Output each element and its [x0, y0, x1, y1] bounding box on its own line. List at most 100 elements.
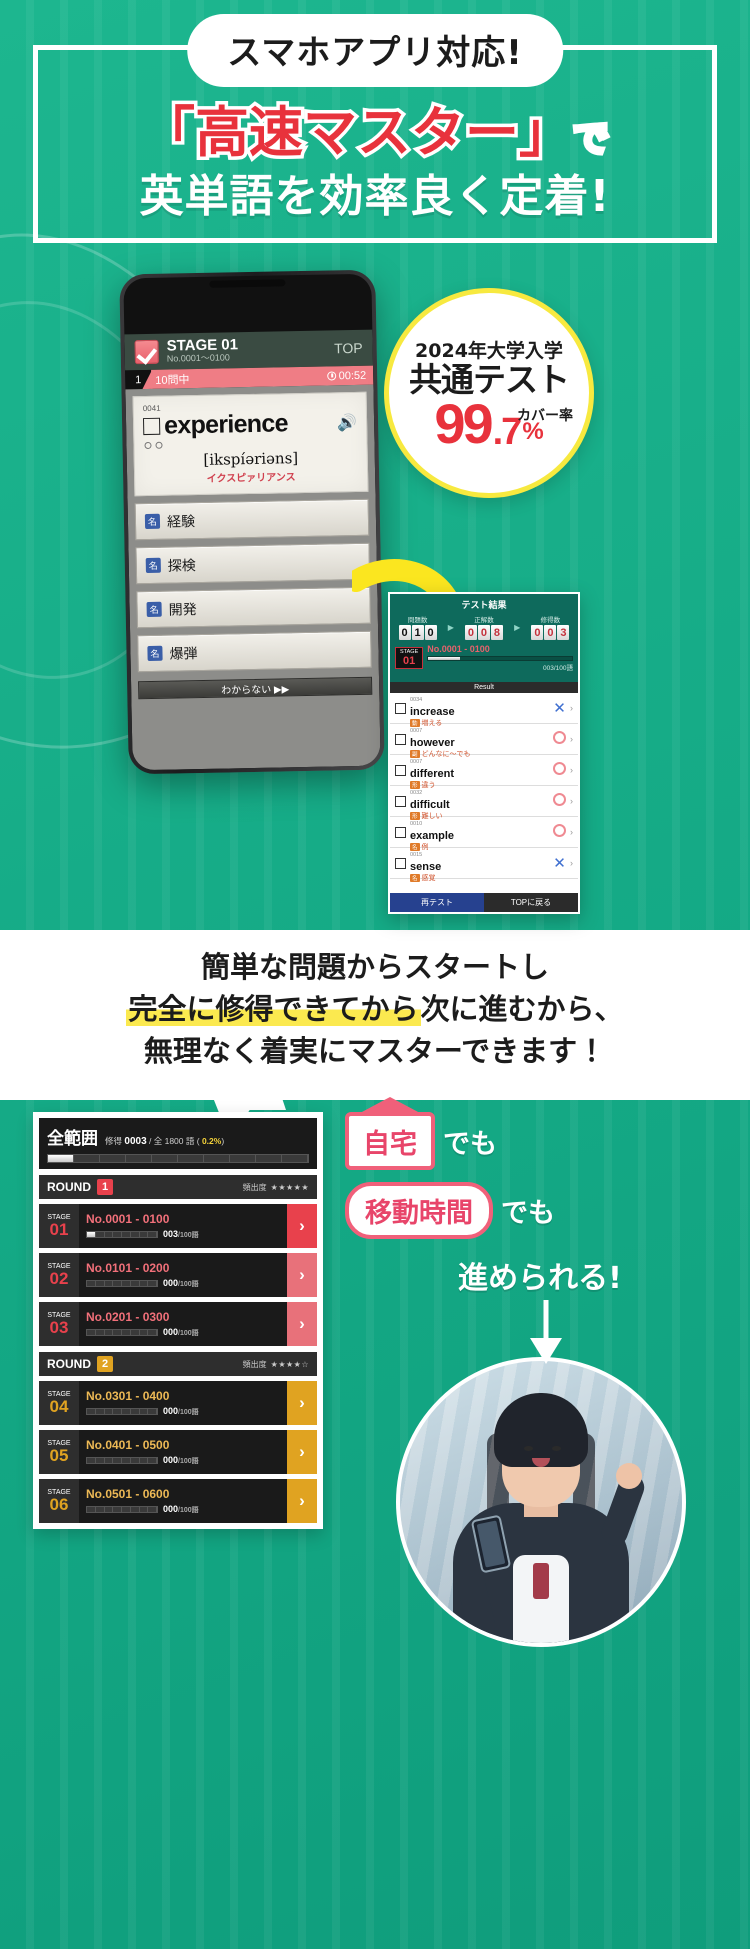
stage-list-title: 全範囲 [47, 1129, 98, 1149]
stage-go-button[interactable]: › [287, 1253, 317, 1297]
stat-digits: 010 [398, 625, 437, 640]
result-count-value: 003 [542, 665, 554, 672]
stat-label: 問題数 [407, 617, 428, 624]
photo-eye-right [552, 1446, 561, 1451]
stage-count-total: /100語 [178, 1458, 199, 1465]
stage-go-button[interactable]: › [287, 1302, 317, 1346]
row-number: 0007 [410, 758, 423, 765]
retry-test-button[interactable]: 再テスト [390, 893, 484, 912]
chevron-right-icon[interactable]: › [570, 734, 573, 744]
row-mark-incorrect-icon: ✕ [553, 855, 566, 872]
row-checkbox[interactable] [395, 826, 406, 838]
badge-line-1: 2024年大学入学 [415, 339, 563, 362]
stage-go-button[interactable]: › [287, 1479, 317, 1523]
result-stat-mastered: 修得数 003 [531, 614, 570, 640]
commute-badge: 移動時間 [345, 1182, 493, 1239]
row-checkbox[interactable] [395, 764, 406, 776]
stage-row-03[interactable]: STAGE 03 No.0201 - 0300 000/100語 › [39, 1302, 317, 1346]
stage-range: No.0001〜0100 [166, 352, 231, 365]
stage-number: 05 [49, 1446, 69, 1466]
stage-row-02[interactable]: STAGE 02 No.0101 - 0200 000/100語 › [39, 1253, 317, 1297]
result-row[interactable]: 0015 sense 名感覚 ✕ › [390, 848, 578, 883]
shutoku-percent: 0.2% [201, 1136, 222, 1146]
row-pos: 名 [410, 874, 420, 883]
row-mark-incorrect-icon: ✕ [553, 700, 566, 717]
row-mark-correct-icon [551, 792, 568, 810]
back-to-top-button[interactable]: TOPに戻る [484, 893, 578, 912]
stage-row-01[interactable]: STAGE 01 No.0001 - 0100 003/100語 › [39, 1204, 317, 1248]
stage-row-05[interactable]: STAGE 05 No.0401 - 0500 000/100語 › [39, 1430, 317, 1474]
home-icon-badge: 自宅 [345, 1112, 435, 1170]
chevron-right-icon[interactable]: › [570, 796, 573, 806]
stage-go-button[interactable]: › [287, 1381, 317, 1425]
word-card: 0041 experience 🔊 [ikspíəriəns] イクスピァリアン… [132, 391, 369, 497]
result-stage-badge: STAGE 01 [395, 647, 424, 669]
round-name: ROUND [47, 1357, 91, 1371]
mid-line-2: 完全に修得できてから次に進むから、 [0, 988, 750, 1030]
promo-line-1: 自宅 でも [345, 1112, 735, 1170]
clock-icon [327, 371, 337, 381]
row-word-group: 0015 sense 名感覚 [410, 843, 551, 883]
row-english: however [410, 736, 455, 749]
answer-option-2[interactable]: 名 探検 [135, 542, 371, 585]
row-mark-correct-icon [551, 823, 568, 841]
chevron-right-icon[interactable]: › [570, 765, 573, 775]
stage-info: No.0201 - 0300 000/100語 [79, 1302, 287, 1346]
stage-count-total: /100語 [178, 1281, 199, 1288]
stage-info: No.0501 - 0600 000/100語 [79, 1479, 287, 1523]
answer-option-label: 探検 [167, 557, 196, 575]
answer-option-3[interactable]: 名 開発 [136, 586, 371, 629]
round-header-2: ROUND 2 頻出度 ★★★★☆ [39, 1352, 317, 1376]
hero-pill-label: スマホアプリ対応! [227, 33, 523, 73]
speaker-icon[interactable]: 🔊 [337, 412, 357, 432]
promo-section: 自宅 でも 移動時間 でも 進められる! [345, 1112, 735, 1297]
stage-go-button[interactable]: › [287, 1430, 317, 1474]
row-english: difficult [410, 798, 450, 811]
coverage-badge: 2024年大学入学 共通テスト 99 .7 % カバー率 [384, 288, 594, 498]
row-checkbox[interactable] [395, 702, 406, 714]
answer-option-4[interactable]: 名 爆弾 [137, 630, 372, 673]
badge-coverage-label: カバー率 [517, 408, 573, 424]
photo-hand [616, 1463, 642, 1489]
hero-line3-label: 英単語を効率良く定着! [139, 171, 611, 222]
hero-line2-red: 「高速マスター」 [137, 98, 576, 168]
stage-row-04[interactable]: STAGE 04 No.0301 - 0400 000/100語 › [39, 1381, 317, 1425]
row-checkbox[interactable] [395, 795, 406, 807]
dont-know-label: わからない ▶▶ [221, 683, 290, 697]
chevron-right-icon[interactable]: › [570, 858, 573, 868]
stage-range: No.0401 - 0500 [86, 1438, 170, 1452]
chevron-right-icon[interactable]: › [570, 827, 573, 837]
row-checkbox[interactable] [395, 733, 406, 745]
student-photo [396, 1357, 686, 1647]
result-stat-correct: 正解数 008 [464, 614, 503, 640]
freq-stars: ★★★★☆ [270, 1359, 309, 1369]
dont-know-button[interactable]: わからない ▶▶ [138, 676, 373, 700]
chevron-right-icon[interactable]: › [570, 703, 573, 713]
answer-option-1[interactable]: 名 経験 [134, 498, 370, 541]
stage-info: No.0101 - 0200 000/100語 [79, 1253, 287, 1297]
word-checkbox[interactable] [142, 417, 161, 436]
pos-badge: 名 [147, 645, 163, 662]
stage-progress-bar [86, 1329, 158, 1336]
stage-square: STAGE 01 [39, 1204, 79, 1248]
stage-row-06[interactable]: STAGE 06 No.0501 - 0600 000/100語 › [39, 1479, 317, 1523]
stage-count-total: /100語 [178, 1507, 199, 1514]
row-english: sense [410, 860, 442, 873]
stage-info: No.0401 - 0500 000/100語 [79, 1430, 287, 1474]
stat-digits: 003 [531, 625, 570, 640]
top-button[interactable]: TOP [334, 340, 363, 357]
row-checkbox[interactable] [395, 857, 406, 869]
row-mark-correct-icon [551, 730, 568, 748]
stage-list-title-row: 全範囲 修得 0003 / 全 1800 語 ( 0.2%) [47, 1124, 309, 1149]
hero-line2-white: で [570, 117, 611, 163]
stage-go-button[interactable]: › [287, 1204, 317, 1248]
promo-line-2: 移動時間 でも [345, 1182, 735, 1239]
stage-count-value: 000 [163, 1278, 179, 1288]
pos-badge: 名 [144, 513, 161, 530]
stage-progress-group: 000/100語 [86, 1504, 280, 1515]
stat-label: 修得数 [540, 617, 561, 624]
stage-title-group: STAGE 01 No.0001〜0100 [166, 335, 334, 365]
stage-range: No.0501 - 0600 [86, 1487, 170, 1501]
stage-range: No.0201 - 0300 [86, 1310, 170, 1324]
result-word-list: 0034 increase 動増える ✕ › 0007 however 副どんな… [390, 693, 578, 883]
